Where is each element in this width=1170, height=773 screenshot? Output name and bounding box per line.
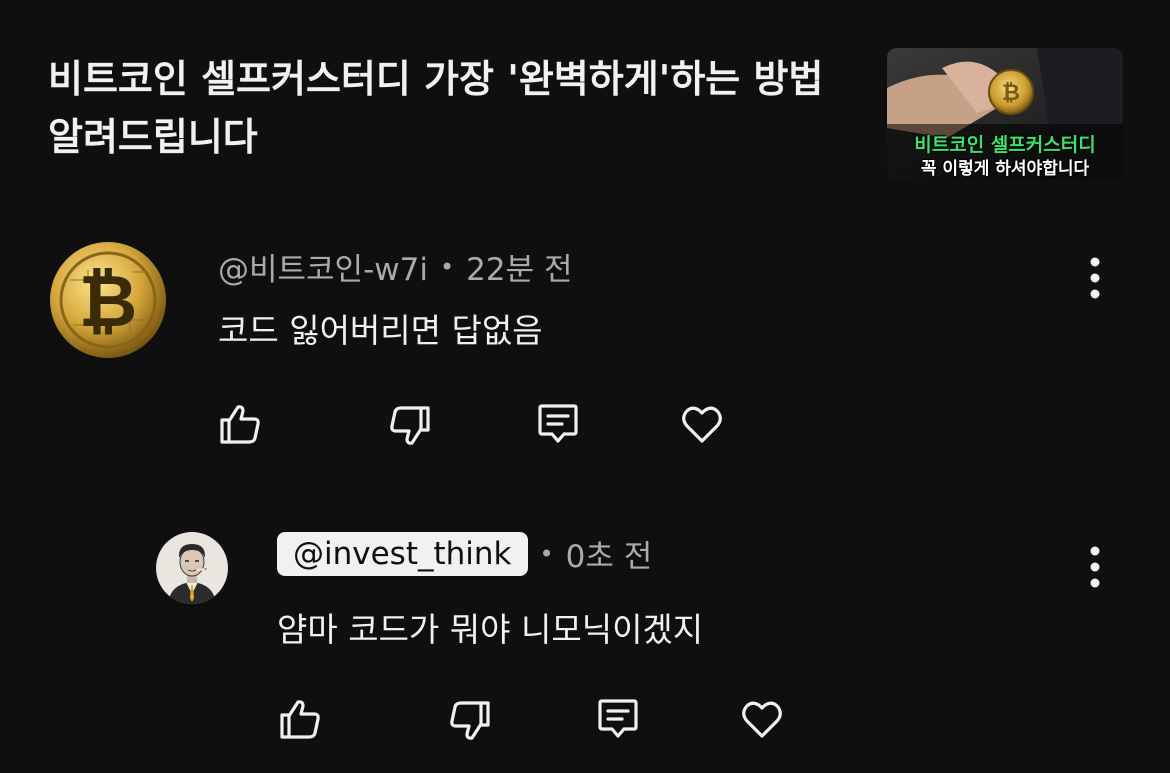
avatar[interactable]: ₿ xyxy=(48,240,168,360)
thumb-down-icon[interactable] xyxy=(386,402,434,450)
svg-text:₿: ₿ xyxy=(79,259,138,343)
kebab-menu-icon[interactable] xyxy=(1085,256,1105,300)
heart-icon[interactable] xyxy=(678,400,726,448)
comment-meta: @비트코인-w7i • 22분 전 xyxy=(218,244,572,289)
thumb-up-icon[interactable] xyxy=(216,400,264,448)
comment-meta: @invest_think • 0초 전 xyxy=(277,531,652,576)
comment-author[interactable]: @비트코인-w7i xyxy=(218,244,428,289)
thumbnail-text-line1: 비트코인 셀프커스터디 xyxy=(914,134,1096,156)
thumbnail-text-line2: 꼭 이렇게 하셔야합니다 xyxy=(920,159,1090,179)
comment-icon[interactable] xyxy=(594,695,642,743)
heart-icon[interactable] xyxy=(738,695,786,743)
comment-icon[interactable] xyxy=(534,400,582,448)
comment-timestamp[interactable]: 0초 전 xyxy=(566,531,653,576)
avatar[interactable] xyxy=(156,532,228,604)
svg-text:₿: ₿ xyxy=(1002,81,1020,106)
video-title[interactable]: 비트코인 셀프커스터디 가장 '완벽하게'하는 방법 알려드립니다 xyxy=(48,50,868,166)
separator-dot: • xyxy=(539,539,554,568)
comment: ₿ @비트코인-w7i • 22분 전 코드 잃어버리면 답없음 xyxy=(0,230,1170,470)
thumb-up-icon[interactable] xyxy=(276,695,324,743)
video-thumbnail[interactable]: ₿ 비트코인 셀프커스터디 꼭 이렇게 하셔야합니다 xyxy=(887,48,1123,180)
man-portrait-avatar-image xyxy=(156,532,228,604)
thumb-down-icon[interactable] xyxy=(446,697,494,745)
comment-text: 얌마 코드가 뭐야 니모닉이겠지 xyxy=(277,610,704,649)
comment-timestamp[interactable]: 22분 전 xyxy=(466,244,572,289)
video-header: 비트코인 셀프커스터디 가장 '완벽하게'하는 방법 알려드립니다 ₿ 비트코인… xyxy=(0,0,1170,200)
reply-comment: @invest_think • 0초 전 얌마 코드가 뭐야 니모닉이겠지 xyxy=(0,525,1170,773)
bitcoin-avatar-image: ₿ xyxy=(48,240,168,360)
kebab-menu-icon[interactable] xyxy=(1085,545,1105,589)
separator-dot: • xyxy=(439,252,455,281)
comment-author-chip[interactable]: @invest_think xyxy=(277,531,528,576)
comment-text: 코드 잃어버리면 답없음 xyxy=(218,311,543,350)
